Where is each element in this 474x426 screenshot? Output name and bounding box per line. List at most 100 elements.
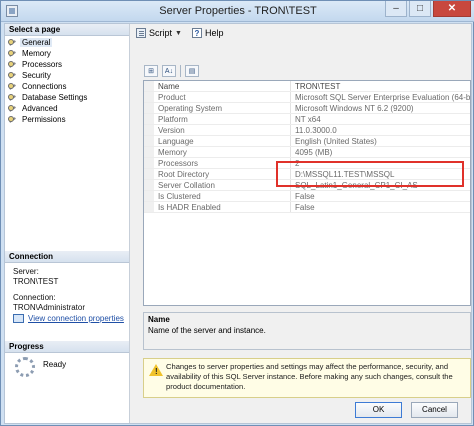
page-label: Advanced	[22, 104, 58, 113]
page-label: Memory	[22, 49, 51, 58]
property-name: Name	[154, 81, 291, 91]
property-name: Processors	[154, 158, 291, 168]
view-connection-properties-link[interactable]: View connection properties	[13, 314, 124, 323]
warning-panel: ! Changes to server properties and setti…	[143, 358, 471, 398]
property-name: Memory	[154, 147, 291, 157]
property-name: Language	[154, 136, 291, 146]
page-item-advanced[interactable]: Advanced	[5, 103, 129, 114]
page-label: General	[20, 38, 53, 47]
property-name: Operating System	[154, 103, 291, 113]
close-button[interactable]: ✕	[433, 1, 471, 17]
view-connection-properties-label: View connection properties	[28, 314, 124, 323]
script-label: Script	[149, 28, 173, 38]
connection-value: TRON\Administrator	[13, 303, 86, 312]
description-panel: Name Name of the server and instance.	[143, 312, 471, 350]
page-label: Connections	[22, 82, 67, 91]
property-value: TRON\TEST	[295, 82, 341, 91]
connection-header: Connection	[5, 251, 129, 263]
property-name: Root Directory	[154, 169, 291, 179]
property-value: 4095 (MB)	[295, 148, 333, 157]
property-name: Is HADR Enabled	[154, 202, 291, 212]
property-value: Microsoft SQL Server Enterprise Evaluati…	[295, 93, 470, 102]
server-properties-window: Server Properties - TRON\TEST – □ ✕ Sele…	[0, 0, 474, 426]
progress-header: Progress	[5, 341, 129, 353]
property-row[interactable]: Product Microsoft SQL Server Enterprise …	[144, 92, 470, 103]
help-button[interactable]: ? Help	[191, 28, 224, 38]
property-row[interactable]: Memory 4095 (MB)	[144, 147, 470, 158]
toolbar: Script ▼ ? Help	[131, 24, 472, 42]
property-value: Microsoft Windows NT 6.2 (9200)	[295, 104, 414, 113]
page-label: Database Settings	[22, 93, 88, 102]
categorized-sort-button[interactable]: ⊞	[144, 65, 158, 77]
page-item-permissions[interactable]: Permissions	[5, 114, 129, 125]
connection-label: Connection:	[13, 293, 56, 302]
grid-toolbar: ⊞ A↓ ▤	[144, 64, 199, 78]
left-pane: Select a page General Memory Processors …	[5, 24, 130, 423]
page-item-database-settings[interactable]: Database Settings	[5, 92, 129, 103]
connection-info: Server: TRON\TEST Connection: TRON\Admin…	[13, 267, 127, 313]
property-name: Product	[154, 92, 291, 102]
page-item-processors[interactable]: Processors	[5, 59, 129, 70]
toolbar-separator	[180, 65, 181, 77]
maximize-button[interactable]: □	[409, 1, 431, 17]
help-label: Help	[204, 28, 224, 38]
wrench-icon	[8, 82, 17, 91]
wrench-icon	[8, 60, 17, 69]
page-item-memory[interactable]: Memory	[5, 48, 129, 59]
minimize-button[interactable]: –	[385, 1, 407, 17]
property-name: Version	[154, 125, 291, 135]
wrench-icon	[8, 104, 17, 113]
progress-spinner-icon	[15, 357, 35, 377]
page-item-security[interactable]: Security	[5, 70, 129, 81]
page-label: Security	[22, 71, 51, 80]
page-label: Processors	[22, 60, 63, 69]
script-button[interactable]: Script ▼	[136, 28, 182, 38]
wrench-icon	[8, 71, 17, 80]
dialog-client: Select a page General Memory Processors …	[4, 23, 472, 424]
warning-exclamation: !	[155, 367, 158, 376]
red-highlight-box	[276, 161, 464, 187]
window-controls: – □ ✕	[385, 1, 471, 17]
description-text: Name of the server and instance.	[148, 326, 266, 335]
property-row[interactable]: Is Clustered False	[144, 191, 470, 202]
property-value: False	[295, 203, 315, 212]
title-bar[interactable]: Server Properties - TRON\TEST – □ ✕	[1, 1, 474, 22]
description-title: Name	[148, 315, 170, 324]
chevron-down-icon[interactable]: ▼	[175, 30, 182, 37]
server-value: TRON\TEST	[13, 277, 59, 286]
cancel-button[interactable]: Cancel	[411, 402, 458, 418]
property-grid[interactable]: Name TRON\TEST Product Microsoft SQL Ser…	[143, 80, 471, 306]
property-row[interactable]: Language English (United States)	[144, 136, 470, 147]
progress-status: Ready	[43, 360, 67, 369]
property-value: False	[295, 192, 315, 201]
property-row[interactable]: Operating System Microsoft Windows NT 6.…	[144, 103, 470, 114]
property-row[interactable]: Platform NT x64	[144, 114, 470, 125]
page-label: Permissions	[22, 115, 66, 124]
page-item-general[interactable]: General	[5, 37, 129, 48]
wrench-icon	[8, 49, 17, 58]
property-name: Is Clustered	[154, 191, 291, 201]
property-row[interactable]: Version 11.0.3000.0	[144, 125, 470, 136]
server-label: Server:	[13, 267, 39, 276]
property-name: Platform	[154, 114, 291, 124]
page-item-connections[interactable]: Connections	[5, 81, 129, 92]
script-icon	[136, 28, 146, 38]
warning-text: Changes to server properties and setting…	[166, 362, 453, 391]
property-row[interactable]: Name TRON\TEST	[144, 81, 470, 92]
alphabetical-sort-button[interactable]: A↓	[162, 65, 176, 77]
property-value: English (United States)	[295, 137, 377, 146]
dialog-footer: OK Cancel	[131, 402, 472, 423]
ok-button[interactable]: OK	[355, 402, 402, 418]
select-page-header: Select a page	[5, 24, 129, 36]
right-pane: Script ▼ ? Help ⊞ A↓ ▤ Name TRON\TEST Pr…	[131, 24, 472, 423]
property-name: Server Collation	[154, 180, 291, 190]
page-list: General Memory Processors Security Conne…	[5, 36, 129, 125]
wrench-icon	[8, 38, 17, 47]
wrench-icon	[8, 93, 17, 102]
property-row[interactable]: Is HADR Enabled False	[144, 202, 470, 213]
property-value: 11.0.3000.0	[295, 126, 337, 135]
wrench-icon	[8, 115, 17, 124]
property-pages-button[interactable]: ▤	[185, 65, 199, 77]
connection-properties-icon	[13, 314, 24, 323]
help-icon: ?	[191, 28, 202, 38]
